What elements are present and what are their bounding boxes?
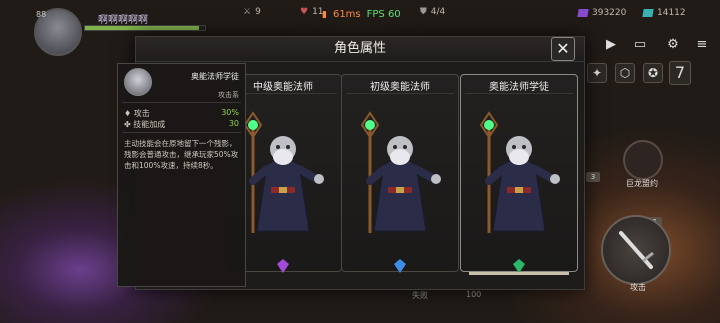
shield-icon: ⛊ bbox=[420, 7, 427, 17]
class-card-name: 初级奥能法师 bbox=[370, 82, 430, 93]
attack-stat-row: ♦ 攻击 30% bbox=[124, 108, 239, 118]
play-icon[interactable]: ▶ bbox=[603, 37, 619, 53]
close-button[interactable]: ✕ bbox=[551, 37, 575, 61]
gem-icon bbox=[513, 259, 525, 273]
sword-icon bbox=[619, 231, 654, 269]
attack-icon: ⚔ bbox=[243, 7, 252, 17]
bottom-label-1: 失败 bbox=[412, 291, 428, 300]
panel-title: 角色属性 bbox=[136, 37, 584, 62]
class-avatar bbox=[124, 68, 152, 96]
player-hp-bar bbox=[84, 25, 206, 31]
attack-label: 攻击 bbox=[630, 283, 646, 292]
chat-icon[interactable]: ▭ bbox=[632, 37, 648, 53]
mage-figure bbox=[243, 111, 324, 233]
stat-progress: ⛊ 4/4 bbox=[420, 7, 446, 17]
signal-icon: ▮ bbox=[322, 9, 327, 20]
ping-text: 61ms bbox=[332, 9, 361, 20]
mage-figure bbox=[360, 111, 441, 233]
tooltip-description: 主动技能会在原地留下一个残影，残影会普通攻击，继承玩家50%攻击和100%攻速，… bbox=[124, 139, 239, 170]
network-status: ▮ 61ms FPS 60 bbox=[322, 9, 401, 20]
gem-icon bbox=[394, 259, 406, 273]
attack-button[interactable] bbox=[601, 215, 671, 285]
bottom-label-2: 100 bbox=[466, 290, 482, 299]
compass-icon[interactable]: ✦ bbox=[587, 63, 607, 83]
purple-gem-icon bbox=[577, 9, 589, 17]
gem-icon bbox=[277, 259, 289, 273]
stat-attack: ⚔ 9 bbox=[243, 7, 261, 17]
player-hp-fill bbox=[85, 26, 199, 30]
number-seven[interactable]: 7 bbox=[669, 61, 691, 85]
class-card-name: 奥能法师学徒 bbox=[489, 82, 549, 93]
hexagon-icon[interactable]: ⬡ bbox=[615, 63, 635, 83]
player-level: 88 bbox=[36, 10, 47, 19]
currency-teal: 14112 bbox=[642, 8, 686, 18]
close-icon: ✕ bbox=[556, 39, 570, 58]
top-hud: 88 啊啊啊啊啊 ⚔ 9 ♥ 11 ▮ 61ms FPS 60 ⛊ 4/4 39… bbox=[0, 0, 720, 56]
dragon-skill-button[interactable] bbox=[623, 140, 663, 180]
tooltip-class-name: 奥能法师学徒 bbox=[191, 72, 239, 81]
currency-purple: 393220 bbox=[577, 8, 626, 18]
menu-icon[interactable]: ≡ bbox=[694, 37, 710, 53]
badge-icon[interactable]: ✪ bbox=[643, 63, 663, 83]
teal-gem-icon bbox=[642, 9, 654, 17]
class-tooltip: 奥能法师学徒 攻击系 ♦ 攻击 30% ✤ 技能加成 30 主动技能会在原地留下… bbox=[117, 63, 246, 287]
skill-stat-icon: ✤ bbox=[124, 120, 134, 129]
skill-badge: 3 bbox=[586, 172, 600, 182]
stat-health: ♥ 11 bbox=[300, 7, 324, 17]
dragon-skill-label: 巨龙盟约 bbox=[626, 179, 658, 188]
mage-figure bbox=[479, 111, 560, 233]
tooltip-class-type: 攻击系 bbox=[218, 91, 239, 99]
fps-text: FPS 60 bbox=[366, 9, 401, 20]
gear-icon[interactable]: ⚙ bbox=[665, 37, 681, 53]
selected-indicator bbox=[469, 272, 569, 275]
class-card-beginner[interactable]: 初级奥能法师 bbox=[341, 74, 459, 273]
heart-icon: ♥ bbox=[300, 7, 309, 17]
player-name: 啊啊啊啊啊 bbox=[98, 15, 148, 26]
skill-stat-row: ✤ 技能加成 30 bbox=[124, 119, 239, 129]
class-card-apprentice[interactable]: 奥能法师学徒 bbox=[460, 74, 578, 275]
attack-stat-icon: ♦ bbox=[124, 109, 134, 118]
